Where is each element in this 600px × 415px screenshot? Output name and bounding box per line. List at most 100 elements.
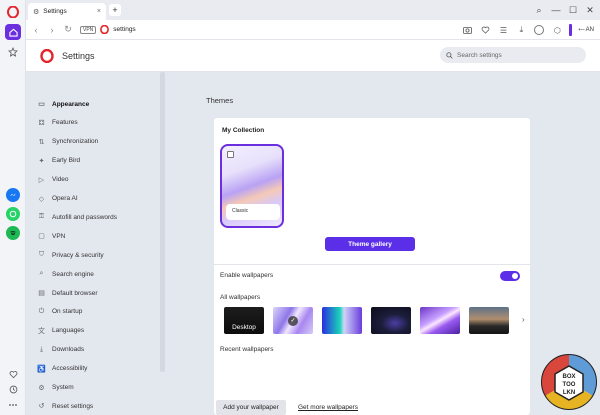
profile-icon[interactable]	[533, 24, 545, 36]
wallpaper-classic[interactable]: ✓	[273, 307, 313, 334]
heart-icon[interactable]	[5, 366, 21, 382]
appearance-icon: ▭	[38, 101, 45, 108]
accessibility-icon: ♿	[37, 365, 46, 373]
nav-item-appearance[interactable]: ▭ Appearance	[37, 98, 157, 110]
reset-icon: ↺	[38, 403, 45, 411]
extensions-icon[interactable]: ⬡	[551, 24, 563, 36]
nav-item-synchronization[interactable]: ⇅ Synchronization	[37, 136, 157, 148]
nav-item-default-browser[interactable]: ▤ Default browser	[37, 287, 157, 299]
nav-item-privacy-security[interactable]: ⛉ Privacy & security	[37, 249, 157, 261]
close-tab-icon[interactable]: ×	[97, 8, 101, 15]
wallpaper-desktop[interactable]: Desktop	[224, 307, 264, 334]
more-icon[interactable]	[5, 397, 21, 413]
check-icon: ✓	[288, 316, 298, 326]
nav-item-label: Opera AI	[52, 195, 78, 202]
search-icon: ⌕	[39, 270, 44, 278]
nav-item-label: System	[52, 384, 74, 391]
tab-strip: ⚙ Settings × + ⌕ — ☐ ✕	[26, 0, 600, 20]
nav-item-label: Appearance	[52, 100, 90, 108]
key-icon: ⚿	[38, 213, 45, 221]
nav-scrollbar[interactable]	[160, 72, 165, 372]
tab-settings[interactable]: ⚙ Settings ×	[28, 3, 106, 20]
maximize-icon[interactable]: ☐	[567, 4, 579, 16]
opera-logo-icon[interactable]	[7, 6, 19, 18]
page-title: Settings	[62, 51, 95, 61]
theme-card-classic[interactable]: Classic	[220, 144, 284, 228]
nav-item-accessibility[interactable]: ♿ Accessibility	[37, 363, 157, 375]
aria-button[interactable]: ⤎ AN	[578, 27, 594, 34]
theme-gallery-button[interactable]: Theme gallery	[325, 237, 415, 251]
badge-text-mid: TOO	[563, 382, 576, 388]
get-more-wallpapers-link[interactable]: Get more wallpapers	[298, 404, 358, 411]
wallpaper-item[interactable]	[420, 307, 460, 334]
new-tab-button[interactable]: +	[109, 4, 121, 16]
badge-text-bot: LKN	[563, 390, 575, 396]
search-settings-box[interactable]	[440, 47, 586, 63]
nav-item-label: Reset settings	[52, 402, 94, 410]
nav-item-label: Autofill and passwords	[52, 213, 118, 221]
power-icon: ⏻	[38, 307, 45, 315]
easy-setup-icon[interactable]: ☰	[497, 24, 509, 36]
nav-item-on-startup[interactable]: ⏻ On startup	[37, 306, 157, 318]
nav-item-features[interactable]: ⚃ Features	[37, 117, 157, 129]
search-settings-input[interactable]	[457, 51, 577, 59]
nav-item-system[interactable]: ⚙ System	[37, 382, 157, 394]
nav-item-languages[interactable]: 文 Languages	[37, 325, 157, 337]
nav-item-label: On startup	[52, 308, 83, 316]
close-window-icon[interactable]: ✕	[584, 4, 596, 16]
browser-icon: ▤	[38, 290, 45, 297]
vpn-badge[interactable]: VPN	[80, 25, 97, 34]
wallpaper-item[interactable]	[371, 307, 411, 334]
whatsapp-icon[interactable]	[6, 207, 20, 221]
nav-item-early-bird[interactable]: ✦ Early Bird	[37, 155, 157, 167]
nav-item-label: VPN	[52, 232, 66, 240]
settings-content: ▭ Appearance ⚃ Features ⇅ Synchronization ✦ Ear…	[26, 72, 600, 415]
all-wallpapers-label: All wallpapers	[220, 294, 261, 301]
messenger-icon[interactable]	[6, 188, 20, 202]
nav-item-label: Early Bird	[52, 157, 81, 165]
heart-icon[interactable]	[479, 24, 491, 36]
settings-header: Settings	[26, 40, 600, 72]
address-bar-actions: ☰ ⤓ ⬡ ⤎ AN	[461, 24, 594, 36]
collection-title: My Collection	[222, 127, 265, 134]
opera-sidebar	[0, 0, 26, 415]
nav-item-downloads[interactable]: ⤓ Downloads	[37, 344, 157, 356]
url-field[interactable]: settings	[113, 26, 135, 33]
wallpaper-item[interactable]	[322, 307, 362, 334]
nav-item-label: Default browser	[52, 289, 98, 297]
nav-item-label: Languages	[52, 327, 85, 335]
back-icon[interactable]: ‹	[30, 25, 42, 35]
address-bar: ‹ › ↻ VPN settings ☰ ⤓ ⬡ ⤎ AN	[26, 20, 600, 40]
spotify-icon[interactable]	[6, 226, 20, 240]
system-icon: ⚙	[38, 384, 45, 392]
video-icon: ▷	[38, 176, 45, 184]
tab-search-icon[interactable]: ⌕	[533, 4, 545, 16]
nav-item-reset-settings[interactable]: ↺ Reset settings	[37, 400, 157, 412]
minimize-icon[interactable]: —	[550, 4, 562, 16]
home-icon[interactable]	[5, 24, 21, 40]
pinboard-icon[interactable]	[5, 44, 21, 60]
history-icon[interactable]	[5, 381, 21, 397]
ai-icon: ◇	[38, 195, 45, 203]
reload-icon[interactable]: ↻	[62, 24, 74, 35]
wallpaper-item[interactable]	[469, 307, 509, 334]
theme-checkbox[interactable]	[227, 151, 234, 158]
add-wallpaper-button[interactable]: Add your wallpaper	[216, 400, 286, 415]
watermark-logo: BOX TOO LKN	[541, 354, 597, 410]
nav-item-video[interactable]: ▷ Video	[37, 174, 157, 186]
tab-title: Settings	[43, 8, 67, 15]
settings-gear-icon: ⚙	[33, 8, 40, 16]
nav-item-search-engine[interactable]: ⌕ Search engine	[37, 268, 157, 280]
enable-wallpapers-toggle[interactable]	[500, 271, 520, 281]
nav-item-label: Features	[52, 119, 78, 127]
nav-item-opera-ai[interactable]: ◇ Opera AI	[37, 193, 157, 205]
nav-item-vpn[interactable]: ▢ VPN	[37, 230, 157, 242]
chevron-right-icon[interactable]: ›	[522, 315, 525, 324]
theme-name: Classic	[226, 204, 280, 220]
download-icon[interactable]: ⤓	[515, 24, 527, 36]
recent-wallpapers-label: Recent wallpapers	[220, 346, 274, 353]
camera-icon[interactable]	[461, 24, 473, 36]
nav-item-autofill-and-passwords[interactable]: ⚿ Autofill and passwords	[37, 211, 157, 223]
nav-item-label: Synchronization	[52, 138, 99, 146]
forward-icon[interactable]: ›	[46, 25, 58, 35]
